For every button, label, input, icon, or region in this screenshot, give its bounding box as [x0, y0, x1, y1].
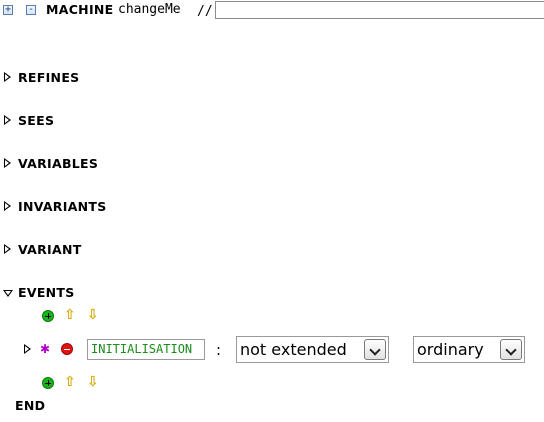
chevron-down-icon[interactable] [500, 339, 522, 360]
toggle-invariants-icon[interactable] [4, 201, 11, 211]
event-star-icon: ✱ [40, 342, 51, 356]
section-refines: REFINES [18, 70, 80, 85]
move-up-icon[interactable]: ⇧ [64, 375, 76, 389]
machine-keyword: MACHINE [46, 2, 114, 17]
expand-all-icon[interactable]: + [3, 5, 13, 15]
move-down-icon[interactable]: ⇩ [87, 375, 99, 389]
toggle-variables-icon[interactable] [4, 158, 11, 168]
move-down-icon[interactable]: ⇩ [87, 308, 99, 322]
section-invariants: INVARIANTS [18, 199, 107, 214]
section-sees: SEES [18, 113, 55, 128]
toggle-event-icon[interactable] [24, 344, 31, 354]
section-events: EVENTS [18, 285, 75, 300]
extended-value: not extended [240, 340, 347, 359]
add-icon[interactable] [42, 310, 54, 322]
extended-select[interactable]: not extended [236, 336, 389, 363]
toggle-events-icon[interactable] [3, 290, 13, 297]
event-label-field[interactable]: INITIALISATION [87, 339, 205, 360]
toggle-sees-icon[interactable] [4, 115, 11, 125]
convergence-value: ordinary [417, 340, 484, 359]
toggle-refines-icon[interactable] [4, 72, 11, 82]
section-variant: VARIANT [18, 242, 82, 257]
move-up-icon[interactable]: ⇧ [64, 308, 76, 322]
remove-icon[interactable] [61, 343, 73, 355]
toggle-variant-icon[interactable] [4, 244, 11, 254]
end-keyword: END [15, 398, 46, 413]
event-separator: : [216, 341, 222, 359]
machine-name[interactable]: changeMe [118, 2, 181, 17]
collapse-all-icon[interactable]: - [26, 5, 36, 15]
add-icon[interactable] [42, 377, 54, 389]
comment-input[interactable] [215, 1, 544, 19]
convergence-select[interactable]: ordinary [413, 336, 525, 363]
section-variables: VARIABLES [18, 156, 99, 171]
chevron-down-icon[interactable] [364, 339, 386, 360]
comment-marker: // [197, 4, 213, 19]
